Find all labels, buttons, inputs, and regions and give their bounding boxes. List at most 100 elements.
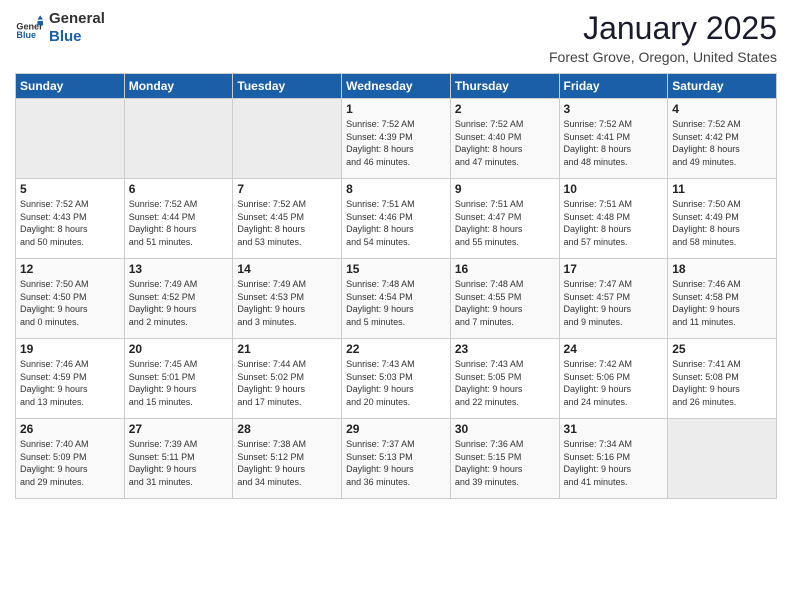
- day-info: Sunrise: 7:52 AM Sunset: 4:43 PM Dayligh…: [20, 198, 120, 248]
- table-row: 6 Sunrise: 7:52 AM Sunset: 4:44 PM Daylig…: [124, 179, 233, 259]
- day-number: 25: [672, 342, 772, 356]
- day-info: Sunrise: 7:43 AM Sunset: 5:03 PM Dayligh…: [346, 358, 446, 408]
- day-info: Sunrise: 7:36 AM Sunset: 5:15 PM Dayligh…: [455, 438, 555, 488]
- day-number: 3: [564, 102, 664, 116]
- day-info: Sunrise: 7:40 AM Sunset: 5:09 PM Dayligh…: [20, 438, 120, 488]
- table-row: [16, 99, 125, 179]
- calendar-header-row: Sunday Monday Tuesday Wednesday Thursday…: [16, 74, 777, 99]
- day-info: Sunrise: 7:49 AM Sunset: 4:52 PM Dayligh…: [129, 278, 229, 328]
- day-number: 18: [672, 262, 772, 276]
- day-info: Sunrise: 7:39 AM Sunset: 5:11 PM Dayligh…: [129, 438, 229, 488]
- col-saturday: Saturday: [668, 74, 777, 99]
- day-number: 17: [564, 262, 664, 276]
- table-row: 9Sunrise: 7:51 AM Sunset: 4:47 PM Daylig…: [450, 179, 559, 259]
- day-number: 21: [237, 342, 337, 356]
- day-info: Sunrise: 7:34 AM Sunset: 5:16 PM Dayligh…: [564, 438, 664, 488]
- table-row: 10 Sunrise: 7:51 AM Sunset: 4:48 PM Dayli…: [559, 179, 668, 259]
- calendar-table: Sunday Monday Tuesday Wednesday Thursday…: [15, 73, 777, 499]
- table-row: [233, 99, 342, 179]
- day-info: Sunrise: 7:51 AM Sunset: 4:47 PM Dayligh…: [455, 198, 555, 248]
- header: General Blue General Blue January 2025 F…: [15, 10, 777, 65]
- day-number: 19: [20, 342, 120, 356]
- table-row: 3Sunrise: 7:52 AM Sunset: 4:41 PM Daylig…: [559, 99, 668, 179]
- day-info: Sunrise: 7:50 AM Sunset: 4:50 PM Dayligh…: [20, 278, 120, 328]
- table-row: 20Sunrise: 7:45 AM Sunset: 5:01 PM Dayli…: [124, 339, 233, 419]
- day-info: Sunrise: 7:37 AM Sunset: 5:13 PM Dayligh…: [346, 438, 446, 488]
- day-number: 16: [455, 262, 555, 276]
- table-row: 30 Sunrise: 7:36 AM Sunset: 5:15 PM Dayli…: [450, 419, 559, 499]
- day-number: 24: [564, 342, 664, 356]
- table-row: 5 Sunrise: 7:52 AM Sunset: 4:43 PM Daylig…: [16, 179, 125, 259]
- col-monday: Monday: [124, 74, 233, 99]
- table-row: 11 Sunrise: 7:50 AM Sunset: 4:49 PM Dayli…: [668, 179, 777, 259]
- table-row: [124, 99, 233, 179]
- day-info: Sunrise: 7:47 AM Sunset: 4:57 PM Dayligh…: [564, 278, 664, 328]
- col-thursday: Thursday: [450, 74, 559, 99]
- table-row: 15Sunrise: 7:48 AM Sunset: 4:54 PM Dayli…: [342, 259, 451, 339]
- table-row: 27 Sunrise: 7:39 AM Sunset: 5:11 PM Dayli…: [124, 419, 233, 499]
- day-number: 2: [455, 102, 555, 116]
- table-row: 29 Sunrise: 7:37 AM Sunset: 5:13 PM Dayli…: [342, 419, 451, 499]
- day-info: Sunrise: 7:51 AM Sunset: 4:48 PM Dayligh…: [564, 198, 664, 248]
- table-row: 19 Sunrise: 7:46 AM Sunset: 4:59 PM Dayli…: [16, 339, 125, 419]
- table-row: 16Sunrise: 7:48 AM Sunset: 4:55 PM Dayli…: [450, 259, 559, 339]
- table-row: 24Sunrise: 7:42 AM Sunset: 5:06 PM Dayli…: [559, 339, 668, 419]
- table-row: 13 Sunrise: 7:49 AM Sunset: 4:52 PM Dayli…: [124, 259, 233, 339]
- table-row: 7 Sunrise: 7:52 AM Sunset: 4:45 PM Daylig…: [233, 179, 342, 259]
- day-info: Sunrise: 7:38 AM Sunset: 5:12 PM Dayligh…: [237, 438, 337, 488]
- day-number: 30: [455, 422, 555, 436]
- table-row: 14Sunrise: 7:49 AM Sunset: 4:53 PM Dayli…: [233, 259, 342, 339]
- logo: General Blue General Blue: [15, 10, 105, 46]
- title-area: January 2025 Forest Grove, Oregon, Unite…: [549, 10, 777, 65]
- table-row: 4Sunrise: 7:52 AM Sunset: 4:42 PM Daylig…: [668, 99, 777, 179]
- table-row: 12 Sunrise: 7:50 AM Sunset: 4:50 PM Dayli…: [16, 259, 125, 339]
- col-wednesday: Wednesday: [342, 74, 451, 99]
- day-info: Sunrise: 7:52 AM Sunset: 4:45 PM Dayligh…: [237, 198, 337, 248]
- day-info: Sunrise: 7:52 AM Sunset: 4:44 PM Dayligh…: [129, 198, 229, 248]
- day-number: 13: [129, 262, 229, 276]
- day-number: 8: [346, 182, 446, 196]
- calendar-week-row: 26 Sunrise: 7:40 AM Sunset: 5:09 PM Dayli…: [16, 419, 777, 499]
- day-number: 22: [346, 342, 446, 356]
- day-info: Sunrise: 7:46 AM Sunset: 4:58 PM Dayligh…: [672, 278, 772, 328]
- day-number: 26: [20, 422, 120, 436]
- col-friday: Friday: [559, 74, 668, 99]
- day-info: Sunrise: 7:46 AM Sunset: 4:59 PM Dayligh…: [20, 358, 120, 408]
- day-number: 27: [129, 422, 229, 436]
- day-number: 7: [237, 182, 337, 196]
- table-row: 21 Sunrise: 7:44 AM Sunset: 5:02 PM Dayli…: [233, 339, 342, 419]
- day-number: 5: [20, 182, 120, 196]
- day-info: Sunrise: 7:52 AM Sunset: 4:39 PM Dayligh…: [346, 118, 446, 168]
- day-info: Sunrise: 7:50 AM Sunset: 4:49 PM Dayligh…: [672, 198, 772, 248]
- logo-icon: General Blue: [15, 14, 43, 42]
- table-row: 22 Sunrise: 7:43 AM Sunset: 5:03 PM Dayli…: [342, 339, 451, 419]
- day-number: 12: [20, 262, 120, 276]
- table-row: 1 Sunrise: 7:52 AM Sunset: 4:39 PM Daylig…: [342, 99, 451, 179]
- day-number: 6: [129, 182, 229, 196]
- location: Forest Grove, Oregon, United States: [549, 49, 777, 65]
- day-number: 1: [346, 102, 446, 116]
- day-number: 4: [672, 102, 772, 116]
- day-number: 10: [564, 182, 664, 196]
- day-info: Sunrise: 7:43 AM Sunset: 5:05 PM Dayligh…: [455, 358, 555, 408]
- day-number: 11: [672, 182, 772, 196]
- table-row: 26 Sunrise: 7:40 AM Sunset: 5:09 PM Dayli…: [16, 419, 125, 499]
- col-sunday: Sunday: [16, 74, 125, 99]
- day-info: Sunrise: 7:51 AM Sunset: 4:46 PM Dayligh…: [346, 198, 446, 248]
- day-number: 29: [346, 422, 446, 436]
- day-info: Sunrise: 7:41 AM Sunset: 5:08 PM Dayligh…: [672, 358, 772, 408]
- day-number: 14: [237, 262, 337, 276]
- day-info: Sunrise: 7:44 AM Sunset: 5:02 PM Dayligh…: [237, 358, 337, 408]
- day-number: 23: [455, 342, 555, 356]
- col-tuesday: Tuesday: [233, 74, 342, 99]
- calendar-week-row: 5 Sunrise: 7:52 AM Sunset: 4:43 PM Daylig…: [16, 179, 777, 259]
- month-title: January 2025: [549, 10, 777, 47]
- day-info: Sunrise: 7:52 AM Sunset: 4:40 PM Dayligh…: [455, 118, 555, 168]
- svg-text:Blue: Blue: [16, 30, 36, 40]
- table-row: 31 Sunrise: 7:34 AM Sunset: 5:16 PM Dayli…: [559, 419, 668, 499]
- day-number: 20: [129, 342, 229, 356]
- table-row: 28Sunrise: 7:38 AM Sunset: 5:12 PM Dayli…: [233, 419, 342, 499]
- table-row: 18 Sunrise: 7:46 AM Sunset: 4:58 PM Dayli…: [668, 259, 777, 339]
- day-number: 31: [564, 422, 664, 436]
- table-row: [668, 419, 777, 499]
